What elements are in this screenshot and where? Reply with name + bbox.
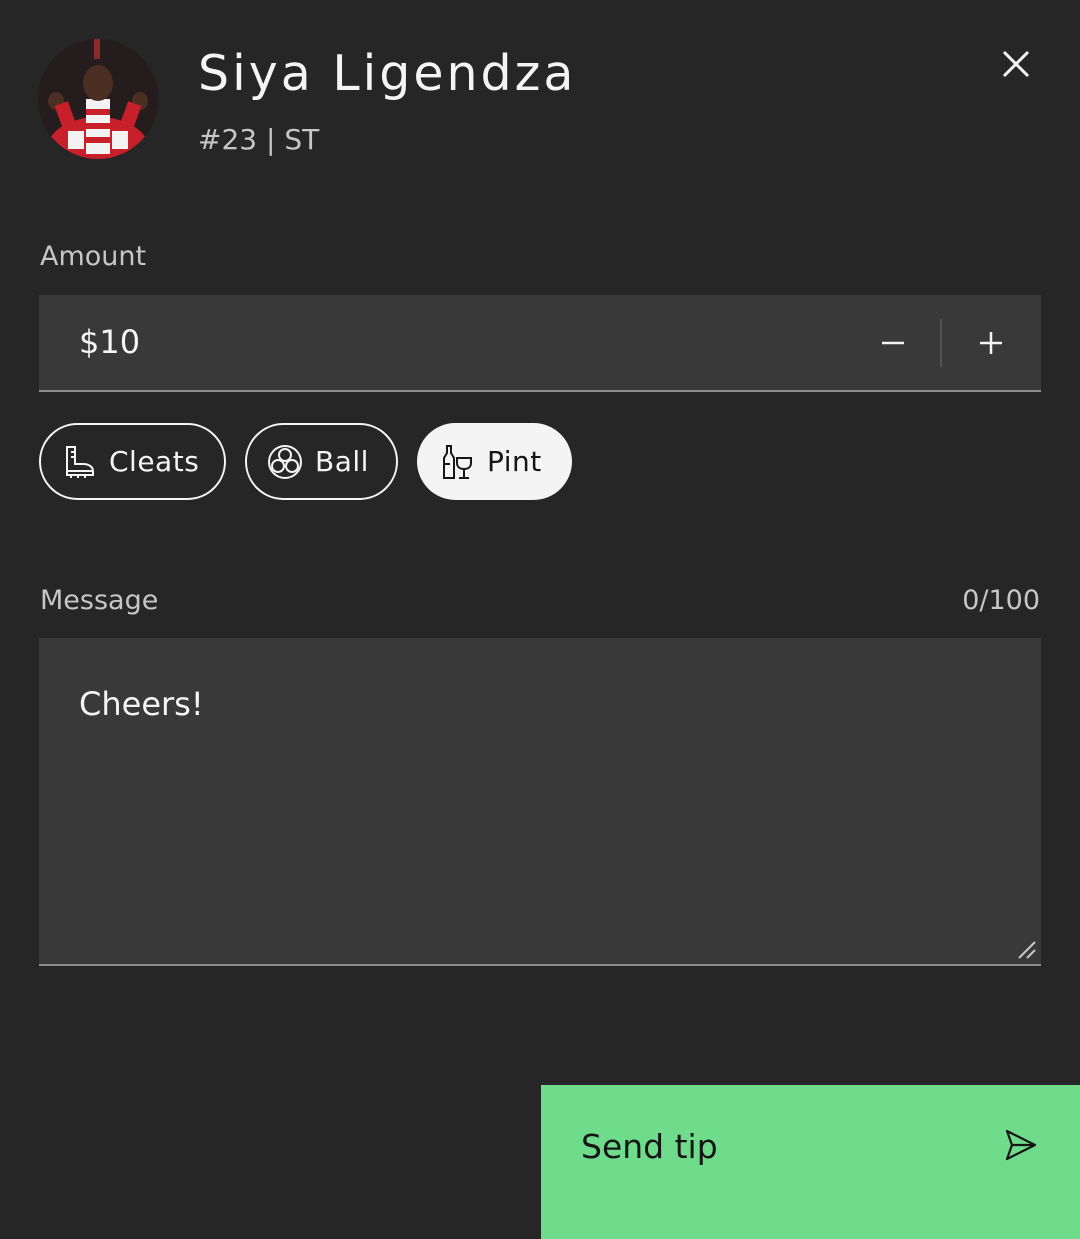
chip-pint-label: Pint (487, 445, 542, 478)
chip-pint[interactable]: Pint (417, 423, 572, 500)
close-button[interactable] (992, 40, 1040, 88)
chip-ball[interactable]: Ball (245, 423, 398, 500)
player-name: Siya Ligendza (198, 45, 577, 102)
increment-button[interactable] (942, 295, 1040, 390)
close-icon (1002, 50, 1030, 78)
decrement-button[interactable] (844, 295, 942, 390)
chip-cleats[interactable]: Cleats (39, 423, 226, 500)
drinks-icon (439, 444, 475, 480)
player-number-position: #23 | ST (198, 123, 320, 156)
send-icon (1003, 1127, 1039, 1163)
resize-handle-icon[interactable] (1017, 940, 1037, 960)
message-textarea[interactable]: Cheers! (39, 638, 1041, 966)
message-text: Cheers! (79, 685, 204, 723)
amount-label: Amount (40, 241, 147, 272)
chip-cleats-label: Cleats (109, 445, 200, 478)
amount-stepper[interactable]: $10 (39, 295, 1041, 392)
boot-icon (61, 444, 97, 480)
plus-icon (980, 332, 1002, 354)
chip-ball-label: Ball (315, 445, 369, 478)
send-tip-button[interactable]: Send tip (541, 1085, 1080, 1239)
message-label: Message (40, 585, 159, 616)
amount-input[interactable]: $10 (79, 322, 140, 362)
send-tip-label: Send tip (581, 1127, 718, 1166)
message-char-count: 0/100 (962, 585, 1040, 616)
soccer-ball-icon (267, 444, 303, 480)
minus-icon (882, 341, 904, 345)
player-avatar (38, 39, 158, 159)
